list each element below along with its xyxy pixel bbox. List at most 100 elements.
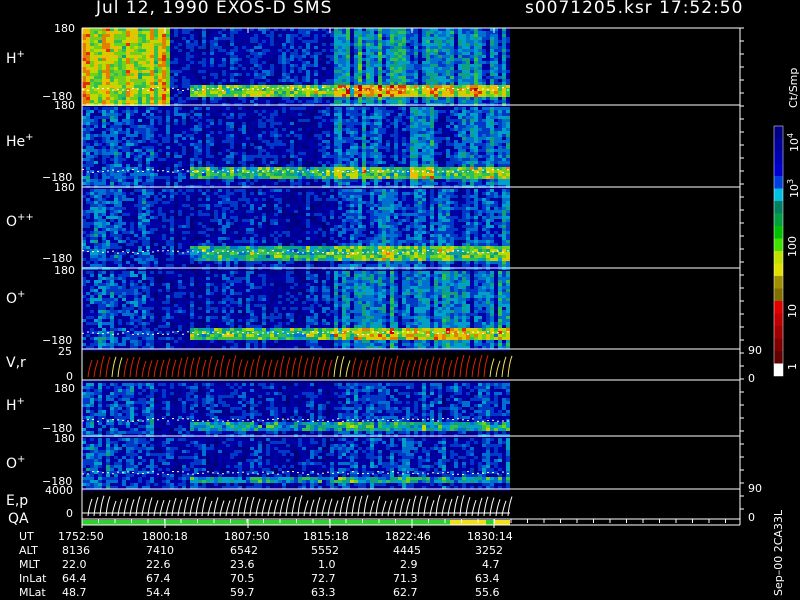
spectrogram-cell xyxy=(202,116,206,119)
pitch-angle-trace xyxy=(122,89,124,91)
spectrogram-cell xyxy=(334,110,338,113)
spectrogram-cell xyxy=(102,100,106,103)
spectrogram-cell xyxy=(414,85,418,88)
spectrogram-cell xyxy=(394,67,398,70)
spectrogram-cell xyxy=(238,49,242,52)
spectrogram-cell xyxy=(282,179,286,182)
spectrogram-cell xyxy=(258,34,262,37)
spectrogram-cell xyxy=(214,179,218,182)
spectrogram-cell xyxy=(150,161,154,164)
spectrogram-cell xyxy=(130,149,134,152)
spectrogram-cell xyxy=(294,73,298,76)
spectrogram-cell xyxy=(386,125,390,128)
spectrogram-cell xyxy=(370,64,374,67)
spectrogram-cell xyxy=(430,82,434,85)
spectrogram-cell xyxy=(246,155,250,158)
spectrogram-cell xyxy=(354,43,358,46)
spectrogram-cell xyxy=(158,176,162,179)
spectrogram-cell xyxy=(338,128,342,131)
spectrogram-cell xyxy=(302,137,306,140)
spectrogram-cell xyxy=(186,49,190,52)
spectrogram-cell xyxy=(338,70,342,73)
spectrogram-cell xyxy=(198,161,202,164)
spectrogram-cell xyxy=(406,161,410,164)
spectrogram-cell xyxy=(414,46,418,49)
spectrogram-cell xyxy=(162,55,166,58)
spectrogram-cell xyxy=(226,107,230,110)
spectrogram-cell xyxy=(250,119,254,122)
spectrogram-cell xyxy=(490,64,494,67)
spectrogram-cell xyxy=(206,179,210,182)
spectrogram-cell xyxy=(478,43,482,46)
spectrogram-cell xyxy=(370,137,374,140)
spectrogram-cell xyxy=(254,64,258,67)
spectrogram-cell xyxy=(162,64,166,67)
spectrogram-cell xyxy=(410,49,414,52)
spectrogram-cell xyxy=(398,182,402,185)
spectrogram-cell xyxy=(190,116,194,119)
spectrogram-cell xyxy=(278,146,282,149)
spectrogram-cell xyxy=(166,173,170,176)
spectrogram-cell xyxy=(142,110,146,113)
spectrogram-cell xyxy=(258,79,262,82)
spectrogram-cell xyxy=(170,131,174,134)
spectrogram-cell xyxy=(498,64,502,67)
spectrogram-cell xyxy=(206,70,210,73)
spectrogram-cell xyxy=(222,146,226,149)
spectrogram-cell xyxy=(82,161,86,164)
spectrogram-cell xyxy=(378,155,382,158)
spectrogram-cell xyxy=(482,100,486,103)
spectrogram-cell xyxy=(214,97,218,100)
spectrogram-cell xyxy=(302,161,306,164)
spectrogram-cell xyxy=(174,137,178,140)
spectrogram-cell xyxy=(198,73,202,76)
spectrogram-cell xyxy=(282,46,286,49)
spectrogram-cell xyxy=(494,34,498,37)
spectrogram-cell xyxy=(446,70,450,73)
spectrogram-cell xyxy=(90,182,94,185)
spectrogram-cell xyxy=(354,140,358,143)
spectrogram-cell xyxy=(162,49,166,52)
spectrogram-cell xyxy=(450,58,454,61)
spectrogram-cell xyxy=(358,140,362,143)
spectrogram-cell xyxy=(282,134,286,137)
spectrogram-cell xyxy=(422,79,426,82)
spectrogram-cell xyxy=(226,149,230,152)
spectrogram-cell xyxy=(242,158,246,161)
spectrogram-cell xyxy=(178,143,182,146)
spectrogram-cell xyxy=(242,73,246,76)
spectrogram-cell xyxy=(266,37,270,40)
spectrogram-cell xyxy=(94,46,98,49)
spectrogram-cell xyxy=(206,61,210,64)
spectrogram-cell xyxy=(318,161,322,164)
spectrogram-cell xyxy=(290,40,294,43)
spectrogram-cell xyxy=(382,64,386,67)
spectrogram-cell xyxy=(198,146,202,149)
spectrogram-cell xyxy=(182,137,186,140)
spectrogram-cell xyxy=(486,64,490,67)
spectrogram-cell xyxy=(422,70,426,73)
spectrogram-cell xyxy=(390,173,394,176)
spectrogram-cell xyxy=(354,70,358,73)
spectrogram-cell xyxy=(494,94,498,97)
pitch-angle-trace xyxy=(202,89,204,91)
spectrogram-cell xyxy=(174,182,178,185)
spectrogram-cell xyxy=(334,119,338,122)
spectrogram-cell xyxy=(482,55,486,58)
spectrogram-cell xyxy=(234,61,238,64)
spectrogram-cell xyxy=(198,43,202,46)
spectrogram-cell xyxy=(130,173,134,176)
spectrogram-cell xyxy=(118,76,122,79)
spectrogram-cell xyxy=(426,31,430,34)
spectrogram-cell xyxy=(414,143,418,146)
spectrogram-cell xyxy=(206,40,210,43)
spectrogram-cell xyxy=(302,58,306,61)
spectrogram-cell xyxy=(98,55,102,58)
spectrogram-cell xyxy=(186,149,190,152)
spectrogram-cell xyxy=(218,76,222,79)
spectrogram-cell xyxy=(90,164,94,167)
spectrogram-cell xyxy=(254,122,258,125)
spectrogram-cell xyxy=(222,179,226,182)
spectrogram-cell xyxy=(114,167,118,170)
spectrogram-cell xyxy=(258,143,262,146)
